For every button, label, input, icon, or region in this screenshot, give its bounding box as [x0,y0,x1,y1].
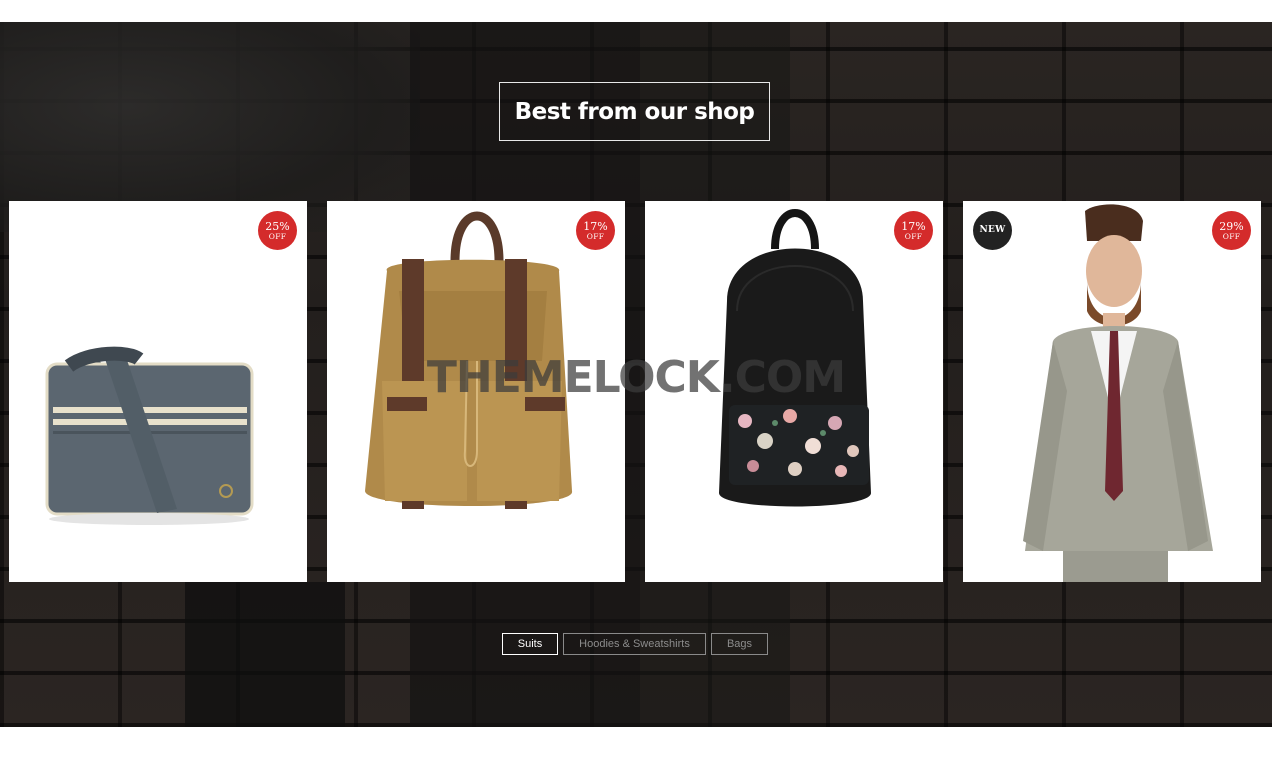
discount-percent: 17% [583,219,608,233]
new-badge: NEW [973,211,1012,250]
section-heading: Best from our shop [499,82,770,141]
filter-tab-suits[interactable]: Suits [502,633,558,655]
discount-off-label: OFF [586,231,605,241]
watermark-text: THEMELOCK.COM [426,352,846,403]
new-label: NEW [979,225,1006,235]
discount-percent: 29% [1219,219,1244,233]
discount-percent: 25% [265,219,290,233]
filter-tab-bags[interactable]: Bags [711,633,768,655]
discount-off-label: OFF [904,231,923,241]
bottom-white-strip [0,727,1272,758]
section-heading-text: Best from our shop [514,98,755,125]
discount-badge: 17% OFF [894,211,933,250]
category-filter-tabs: Suits Hoodies & Sweatshirts Bags [0,633,1272,655]
top-white-strip [0,0,1272,22]
discount-percent: 17% [901,219,926,233]
discount-badge: 17% OFF [576,211,615,250]
discount-badge: 25% OFF [258,211,297,250]
discount-off-label: OFF [268,231,287,241]
discount-badge: 29% OFF [1212,211,1251,250]
discount-off-label: OFF [1222,231,1241,241]
best-from-shop-section: Best from our shop 25% OFF 17% OFF 17% O… [0,22,1272,727]
filter-tab-hoodies-sweatshirts[interactable]: Hoodies & Sweatshirts [563,633,706,655]
